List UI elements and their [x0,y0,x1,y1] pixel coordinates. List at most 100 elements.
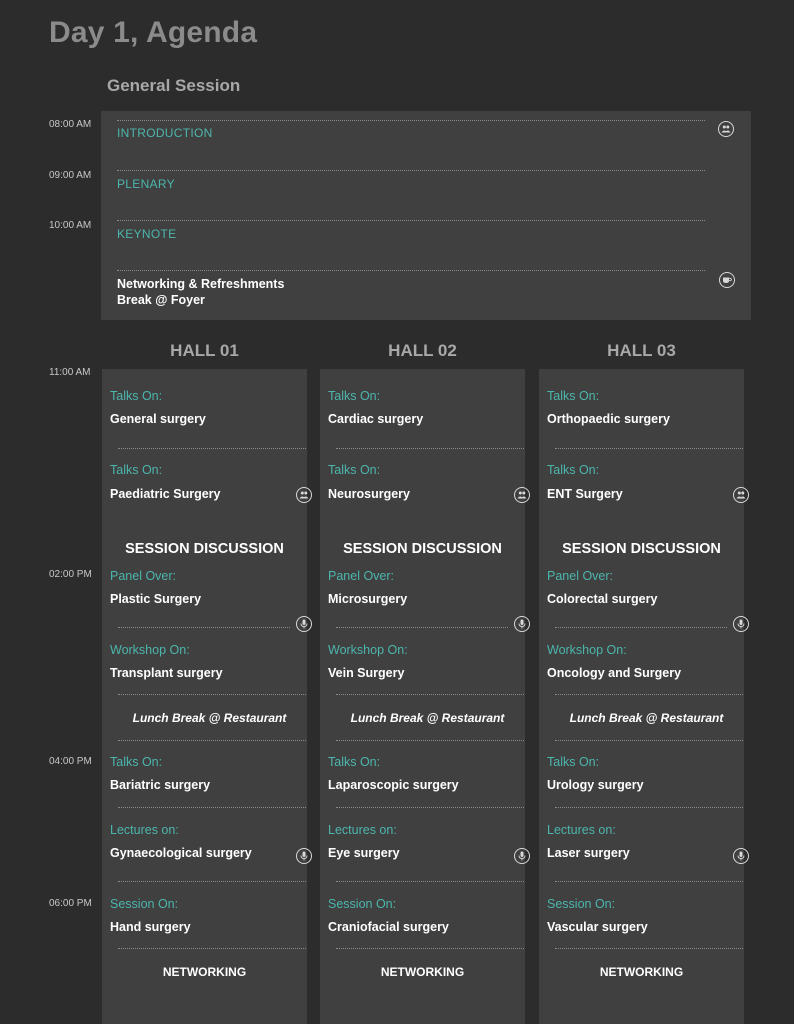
panel-topic[interactable]: Microsurgery [328,592,407,606]
lecture-topic[interactable]: Gynaecological surgery [110,846,252,860]
networking-label: NETWORKING [380,965,465,979]
talk-topic[interactable]: Bariatric surgery [110,778,210,792]
networking-label: NETWORKING [162,965,247,979]
divider [336,948,524,949]
general-session-title: General Session [107,76,241,95]
panel-over-label: Panel Over: [110,569,177,583]
talk-topic[interactable]: Orthopaedic surgery [547,412,670,426]
people-icon[interactable] [514,487,530,503]
divider [118,448,306,449]
divider [336,448,524,449]
time-label: 06:00 PM [49,898,92,909]
hall-title: HALL 02 [388,341,457,360]
divider [118,807,306,808]
general-session-panel: INTRODUCTION PLENARY KEYNOTE Networking … [101,111,751,320]
divider [336,807,524,808]
time-label: 04:00 PM [49,756,92,767]
people-icon[interactable] [733,487,749,503]
divider [118,740,306,741]
microphone-icon[interactable] [296,616,312,632]
time-label: 02:00 PM [49,569,92,580]
hall-title: HALL 03 [607,341,676,360]
session-on-label: Session On: [547,897,616,911]
divider [118,694,306,695]
talk-topic[interactable]: Paediatric Surgery [110,487,220,501]
microphone-icon[interactable] [733,616,749,632]
lectures-on-label: Lectures on: [547,823,616,837]
talks-on-label: Talks On: [547,755,600,769]
divider [117,120,705,121]
divider [336,627,508,628]
session-discussion-heading: SESSION DISCUSSION [125,541,284,557]
talks-on-label: Talks On: [328,755,381,769]
session-discussion-heading: SESSION DISCUSSION [562,541,721,557]
workshop-on-label: Workshop On: [110,643,190,657]
divider [118,948,306,949]
workshop-topic[interactable]: Transplant surgery [110,666,223,680]
session-on-label: Session On: [110,897,179,911]
session-topic[interactable]: Vascular surgery [547,920,648,934]
hall-panel: Talks On: Cardiac surgery Talks On: Neur… [320,369,530,1024]
hall-panel: Talks On: Orthopaedic surgery Talks On: … [539,369,749,1024]
divider [555,807,743,808]
divider [555,881,743,882]
session-topic[interactable]: Craniofacial surgery [328,920,449,934]
lunch-break-label: Lunch Break @ Restaurant [569,711,724,725]
people-icon[interactable] [718,121,734,137]
people-icon[interactable] [296,487,312,503]
session-item-keynote[interactable]: KEYNOTE [117,227,176,241]
hall-title: HALL 01 [170,341,239,360]
microphone-icon[interactable] [296,848,312,864]
hall-panel: Talks On: General surgery Talks On: Paed… [102,369,312,1024]
panel-topic[interactable]: Plastic Surgery [110,592,201,606]
divider [555,448,743,449]
divider [118,881,306,882]
talk-topic[interactable]: Cardiac surgery [328,412,423,426]
microphone-icon[interactable] [733,848,749,864]
talks-on-label: Talks On: [547,389,600,403]
session-discussion-heading: SESSION DISCUSSION [343,541,502,557]
lectures-on-label: Lectures on: [328,823,397,837]
lunch-break-label: Lunch Break @ Restaurant [350,711,505,725]
talks-on-label: Talks On: [110,755,163,769]
session-on-label: Session On: [328,897,397,911]
talk-topic[interactable]: Neurosurgery [328,487,410,501]
talks-on-label: Talks On: [110,463,163,477]
lecture-topic[interactable]: Laser surgery [547,846,630,860]
session-item-introduction[interactable]: INTRODUCTION [117,126,213,140]
divider [117,170,705,171]
talk-topic[interactable]: ENT Surgery [547,487,623,501]
divider [555,740,743,741]
talk-topic[interactable]: Urology surgery [547,778,644,792]
lecture-topic[interactable]: Eye surgery [328,846,400,860]
workshop-on-label: Workshop On: [328,643,408,657]
panel-topic[interactable]: Colorectal surgery [547,592,657,606]
talks-on-label: Talks On: [328,463,381,477]
time-label: 10:00 AM [49,220,92,231]
talks-on-label: Talks On: [328,389,381,403]
session-topic[interactable]: Hand surgery [110,920,191,934]
lectures-on-label: Lectures on: [110,823,179,837]
microphone-icon[interactable] [514,616,530,632]
panel-over-label: Panel Over: [547,569,614,583]
talks-on-label: Talks On: [547,463,600,477]
talk-topic[interactable]: Laparoscopic surgery [328,778,459,792]
divider [555,627,727,628]
divider [117,220,705,221]
divider [336,694,524,695]
page-title: Day 1, Agenda [49,16,258,49]
divider [336,740,524,741]
lunch-break-label: Lunch Break @ Restaurant [132,711,287,725]
talks-on-label: Talks On: [110,389,163,403]
session-item-plenary[interactable]: PLENARY [117,177,175,191]
workshop-topic[interactable]: Vein Surgery [328,666,404,680]
networking-label: NETWORKING [599,965,684,979]
panel-over-label: Panel Over: [328,569,395,583]
time-label: 11:00 AM [49,367,91,378]
divider [118,627,290,628]
coffee-icon[interactable] [719,272,735,288]
workshop-topic[interactable]: Oncology and Surgery [547,666,681,680]
microphone-icon[interactable] [514,848,530,864]
talk-topic[interactable]: General surgery [110,412,206,426]
divider [117,270,705,271]
